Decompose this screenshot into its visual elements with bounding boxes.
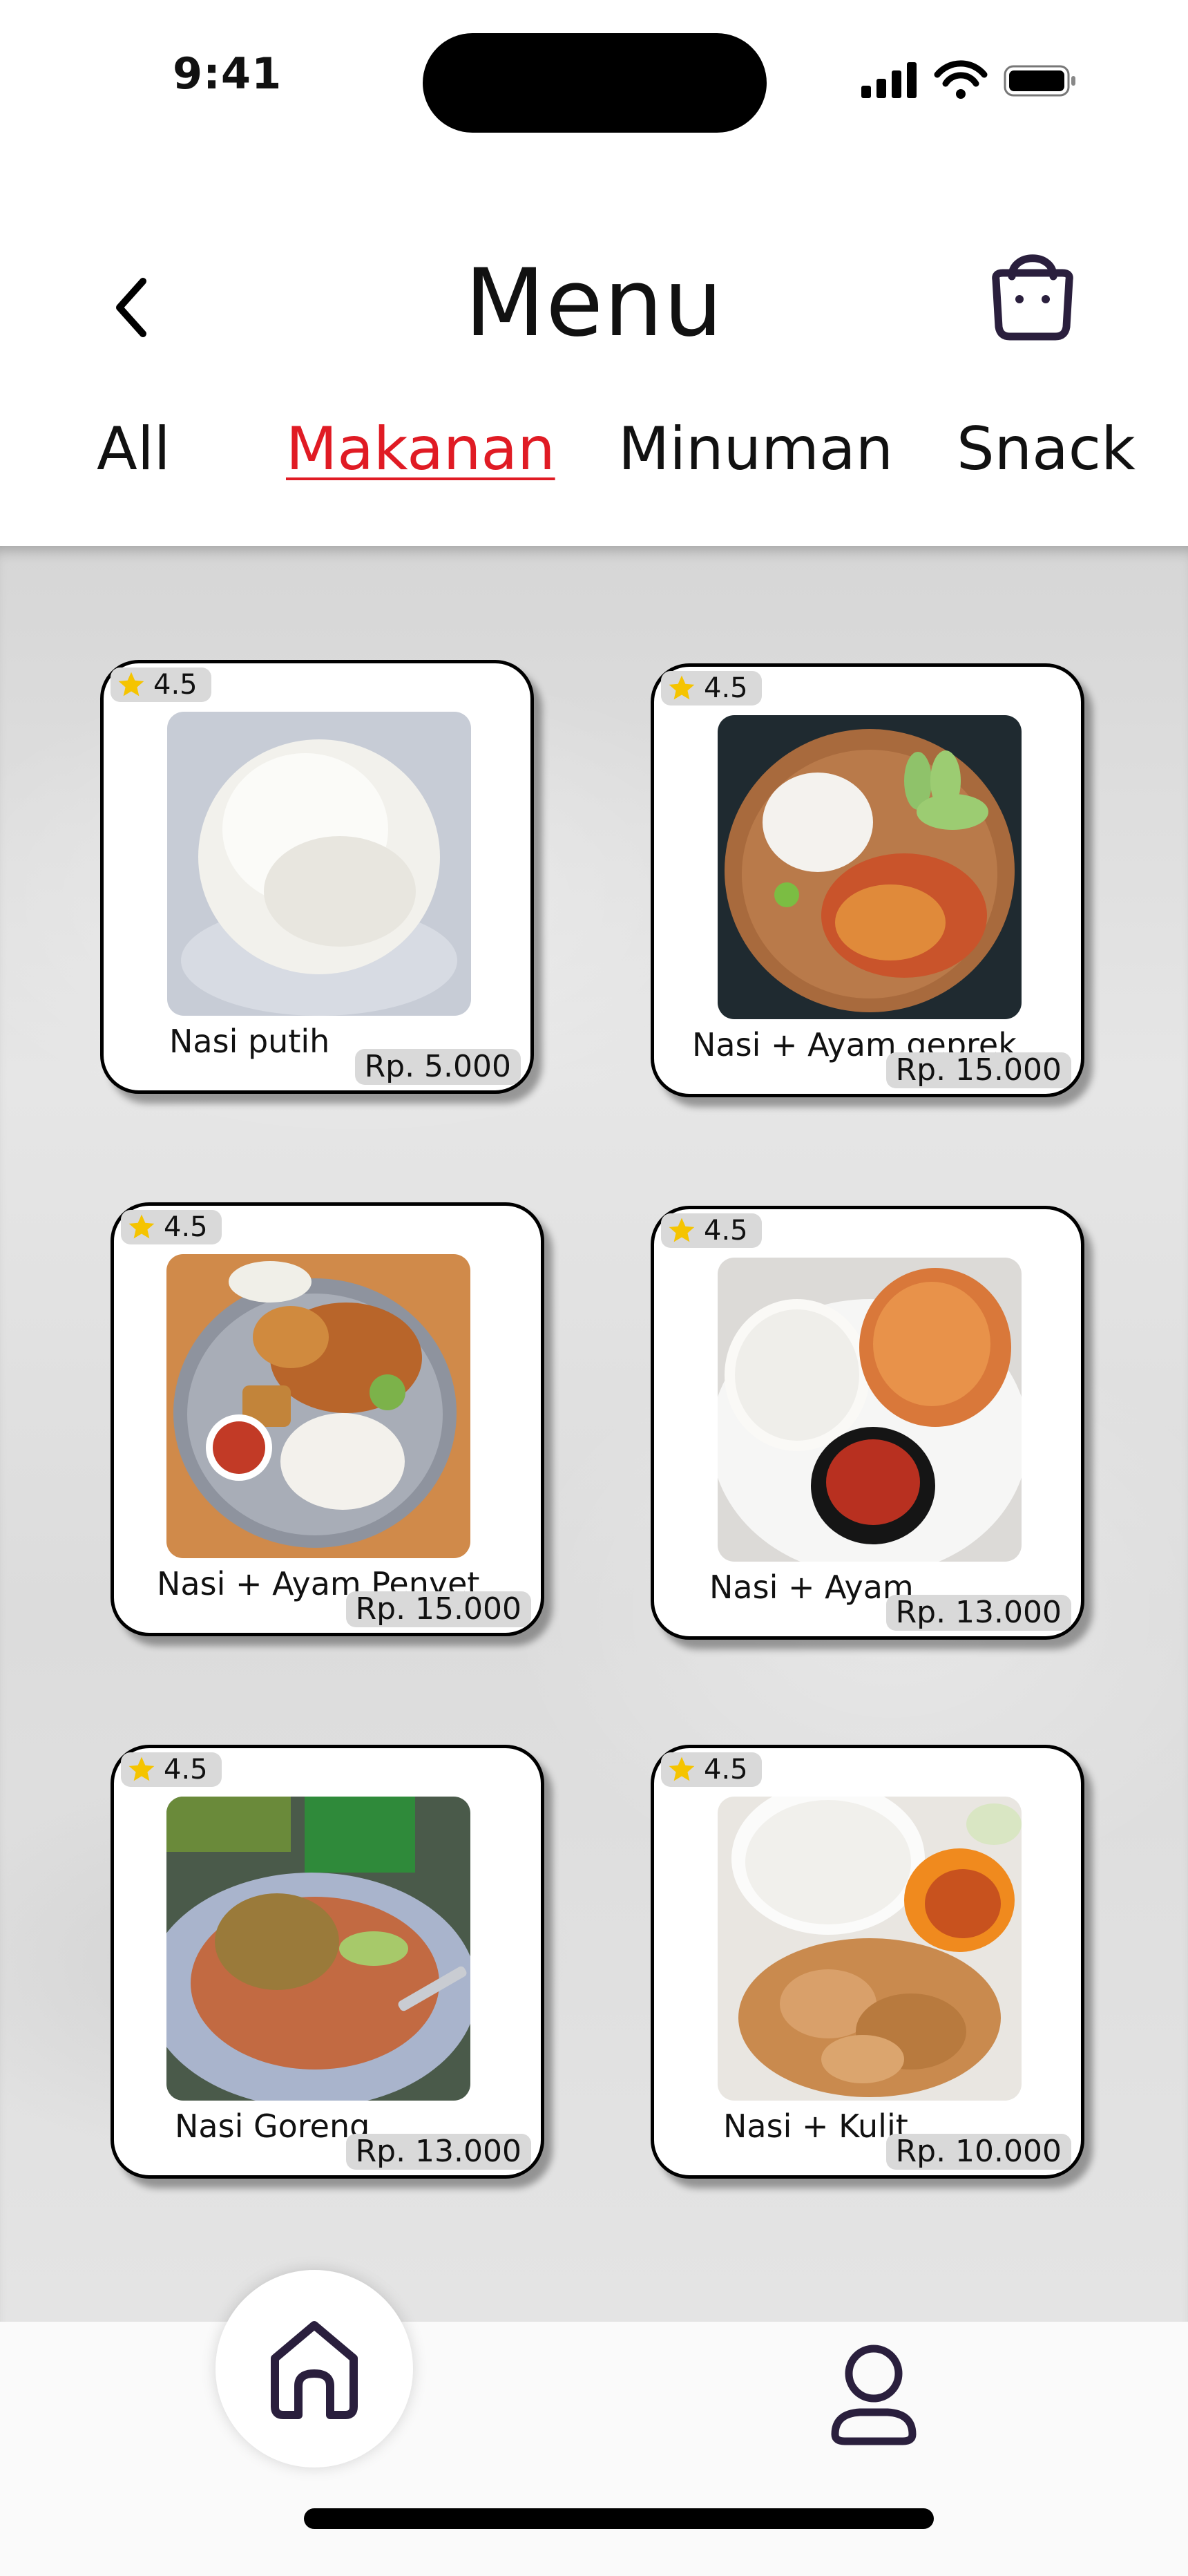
item-price: Rp. 15.000 — [345, 1591, 531, 1627]
rating-badge: 4.5 — [661, 671, 762, 705]
item-price: Rp. 5.000 — [354, 1049, 521, 1085]
item-price: Rp. 13.000 — [345, 2134, 531, 2170]
item-price: Rp. 15.000 — [885, 1052, 1071, 1088]
dynamic-island — [423, 33, 767, 133]
tab-makanan[interactable]: Makanan — [286, 408, 555, 491]
rating-value: 4.5 — [153, 669, 198, 701]
rating-badge: 4.5 — [661, 1213, 762, 1248]
tab-all[interactable]: All — [97, 408, 171, 491]
star-icon — [128, 1756, 155, 1781]
item-name: Nasi putih — [169, 1023, 330, 1060]
user-icon — [831, 2345, 917, 2445]
home-icon — [271, 2321, 358, 2419]
rating-value: 4.5 — [704, 1215, 748, 1247]
star-icon — [669, 675, 695, 700]
signal-icon — [861, 62, 917, 98]
status-icons — [861, 60, 1075, 99]
status-time: 9:41 — [173, 48, 282, 99]
status-bar: 9:41 — [0, 0, 1188, 159]
menu-card[interactable]: 4.5 Nasi + Ayam Rp. 13.000 — [651, 1206, 1084, 1640]
tab-snack[interactable]: Snack — [957, 408, 1136, 491]
item-name: Nasi + Kulit — [723, 2108, 908, 2145]
food-photo — [166, 1254, 470, 1558]
rating-badge: 4.5 — [661, 1752, 762, 1787]
menu-card[interactable]: 4.5 Nasi + Kulit Rp. 10.000 — [651, 1745, 1084, 2179]
bottom-navigation — [0, 2270, 1188, 2576]
rating-value: 4.5 — [164, 1211, 208, 1243]
star-icon — [669, 1218, 695, 1242]
category-tabs: All Makanan Minuman Snack — [0, 408, 1188, 504]
header: Menu All Makanan Minuman Snack — [0, 159, 1188, 546]
item-price: Rp. 13.000 — [885, 1595, 1071, 1631]
menu-card[interactable]: 4.5 Nasi putih Rp. 5.000 — [100, 660, 534, 1094]
food-photo — [166, 1797, 470, 2101]
rating-value: 4.5 — [704, 1754, 748, 1786]
food-photo — [718, 715, 1022, 1019]
profile-button[interactable] — [822, 2336, 926, 2453]
star-icon — [669, 1756, 695, 1781]
shopping-bag-icon — [992, 254, 1073, 341]
menu-grid: 4.5 Nasi putih Rp. 5.000 4.5 Nasi + Ayam… — [0, 546, 1188, 2322]
item-price: Rp. 10.000 — [885, 2134, 1071, 2170]
food-photo — [718, 1797, 1022, 2101]
tab-minuman[interactable]: Minuman — [618, 408, 893, 491]
battery-icon — [1004, 65, 1075, 97]
menu-card[interactable]: 4.5 Nasi + Ayam geprek Rp. 15.000 — [651, 663, 1084, 1097]
rating-value: 4.5 — [164, 1754, 208, 1786]
home-indicator — [304, 2508, 934, 2529]
menu-card[interactable]: 4.5 Nasi + Ayam Penyet Rp. 15.000 — [111, 1202, 544, 1636]
rating-badge: 4.5 — [111, 667, 211, 702]
food-photo — [167, 712, 471, 1016]
cart-button[interactable] — [981, 238, 1084, 349]
item-name: Nasi + Ayam — [709, 1569, 914, 1606]
item-name: Nasi Goreng — [175, 2108, 370, 2145]
rating-badge: 4.5 — [121, 1752, 222, 1787]
star-icon — [128, 1214, 155, 1239]
rating-value: 4.5 — [704, 672, 748, 704]
wifi-icon — [934, 60, 988, 99]
food-photo — [718, 1258, 1022, 1562]
menu-card[interactable]: 4.5 Nasi Goreng Rp. 13.000 — [111, 1745, 544, 2179]
star-icon — [118, 672, 144, 697]
rating-badge: 4.5 — [121, 1210, 222, 1244]
home-button[interactable] — [215, 2270, 413, 2468]
